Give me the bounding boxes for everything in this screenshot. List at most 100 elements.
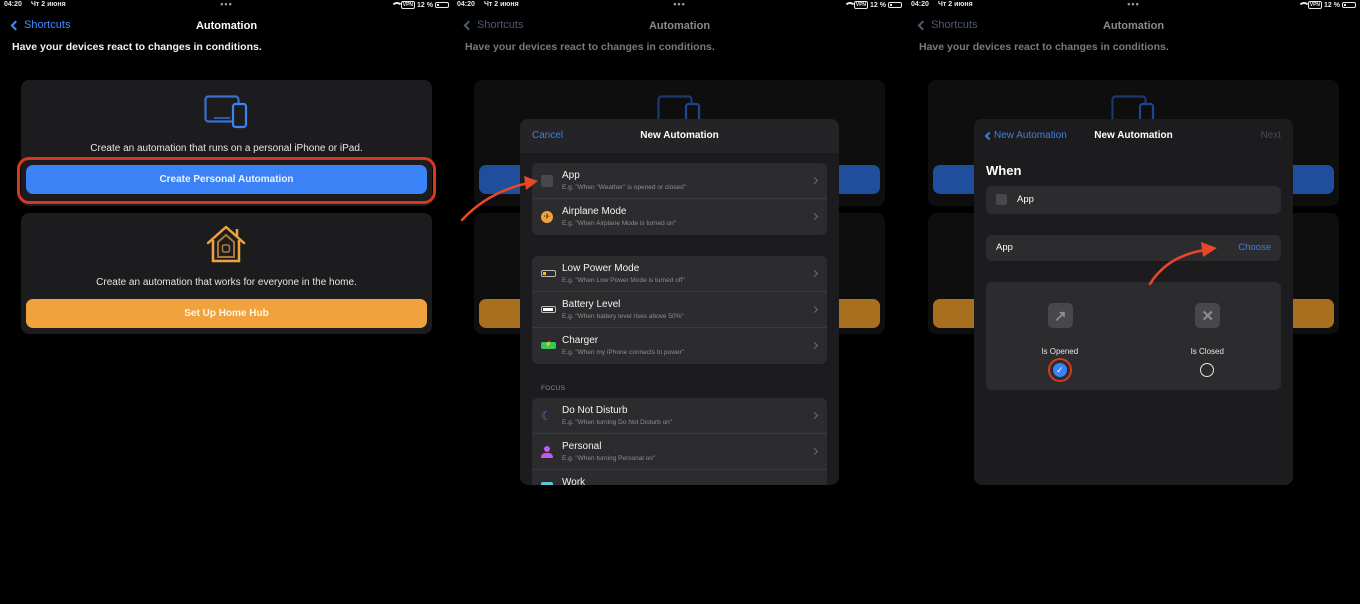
create-personal-automation-button[interactable]: Create Personal Automation — [26, 165, 427, 194]
panel-new-automation-list: 04:20 Чт 2 июня ••• VPN 12 % Shortcuts A… — [453, 0, 906, 604]
status-date: Чт 2 июня — [938, 1, 973, 8]
page-title: Automation — [195, 20, 258, 32]
multitask-dots[interactable]: ••• — [1127, 0, 1139, 9]
multitask-dots[interactable]: ••• — [220, 0, 232, 9]
battery-percent: 12 % — [1324, 1, 1340, 9]
home-icon — [206, 225, 246, 263]
page-subtitle: Have your devices react to changes in co… — [465, 41, 715, 53]
person-icon — [541, 446, 553, 458]
page-title: Automation — [648, 20, 711, 32]
next-button[interactable]: Next — [1260, 130, 1281, 141]
trigger-row-app[interactable]: App E.g. "When "Weather" is opened or cl… — [532, 163, 827, 199]
trigger-summary: App — [986, 186, 1281, 214]
trigger-example: E.g. "When turning Personal on" — [562, 455, 656, 462]
option-label: Is Opened — [1041, 347, 1079, 356]
sheet-header: Cancel New Automation — [520, 119, 839, 153]
personal-automation-card: Create an automation that runs on a pers… — [17, 80, 436, 206]
app-icon — [996, 194, 1007, 205]
when-heading: When — [986, 163, 1022, 178]
trigger-label: Personal — [562, 441, 602, 452]
nav-bar: Shortcuts Automation — [0, 19, 453, 35]
trigger-label: Do Not Disturb — [562, 405, 628, 416]
home-card-description: Create an automation that works for ever… — [96, 277, 357, 288]
low-battery-icon — [541, 270, 556, 277]
trigger-example: E.g. "When Low Power Mode is turned off" — [562, 277, 685, 284]
status-date: Чт 2 июня — [31, 1, 66, 8]
trigger-example: E.g. "When battery level rises above 50%… — [562, 313, 684, 320]
trigger-group-power: Low Power Mode E.g. "When Low Power Mode… — [532, 256, 827, 364]
chevron-right-icon — [810, 411, 819, 420]
panel-app-trigger: 04:20 Чт 2 июня ••• VPN 12 % Shortcuts A… — [907, 0, 1360, 604]
page-subtitle: Have your devices react to changes in co… — [12, 41, 262, 53]
home-automation-card: Create an automation that works for ever… — [21, 213, 432, 334]
trigger-row-do-not-disturb[interactable]: ☾ Do Not Disturb E.g. "When turning Do N… — [532, 398, 827, 434]
panel-automation-home: 04:20 Чт 2 июня ••• VPN 12 % Shortcuts A… — [0, 0, 453, 604]
trigger-label: Charger — [562, 335, 599, 346]
page-title: Automation — [1102, 20, 1165, 32]
vpn-badge: VPN — [853, 1, 869, 9]
status-bar: 04:20 Чт 2 июня ••• VPN 12 % — [4, 0, 449, 11]
app-chooser-row: App Choose — [986, 235, 1281, 261]
option-label: Is Closed — [1190, 347, 1224, 356]
wifi-icon — [843, 2, 856, 8]
trigger-label: Battery Level — [562, 299, 621, 310]
close-icon: ✕ — [1195, 303, 1221, 328]
battery-icon — [888, 2, 902, 8]
trigger-label: Low Power Mode — [562, 263, 640, 274]
trigger-row-battery-level[interactable]: Battery Level E.g. "When battery level r… — [532, 292, 827, 328]
app-row-label: App — [996, 242, 1013, 253]
trigger-label: App — [1017, 194, 1034, 205]
radio-unselected[interactable] — [1200, 363, 1215, 377]
status-time: 04:20 — [911, 1, 929, 8]
trigger-row-airplane-mode[interactable]: ✈ Airplane Mode E.g. "When Airplane Mode… — [532, 199, 827, 235]
trigger-group-focus: ☾ Do Not Disturb E.g. "When turning Do N… — [532, 398, 827, 485]
trigger-label: Airplane Mode — [562, 206, 627, 217]
choose-button[interactable]: Choose — [1238, 242, 1271, 253]
trigger-example: E.g. "When Airplane Mode is turned on" — [562, 220, 677, 227]
new-automation-sheet: Cancel New Automation App E.g. "When "We… — [520, 119, 839, 485]
option-is-opened[interactable]: ↗ Is Opened ✓ — [986, 282, 1134, 390]
work-icon — [541, 482, 553, 485]
trigger-row-low-power-mode[interactable]: Low Power Mode E.g. "When Low Power Mode… — [532, 256, 827, 292]
sheet-header: New Automation New Automation Next — [974, 119, 1293, 153]
app-icon — [541, 175, 553, 187]
arrow-up-right-icon: ↗ — [1047, 303, 1073, 328]
battery-percent: 12 % — [870, 1, 886, 9]
battery-icon — [1342, 2, 1356, 8]
trigger-example: E.g. "When turning Do Not Disturb on" — [562, 419, 673, 426]
vpn-badge: VPN — [400, 1, 416, 9]
vpn-badge: VPN — [1307, 1, 1323, 9]
chevron-right-icon — [810, 305, 819, 314]
trigger-row-charger[interactable]: ⚡ Charger E.g. "When my iPhone connects … — [532, 328, 827, 364]
battery-percent: 12 % — [417, 1, 433, 9]
option-is-closed[interactable]: ✕ Is Closed — [1134, 282, 1282, 390]
set-up-home-hub-button[interactable]: Set Up Home Hub — [26, 299, 427, 328]
trigger-example: E.g. "When "Weather" is opened or closed… — [562, 184, 687, 191]
chevron-right-icon — [810, 176, 819, 185]
personal-card-description: Create an automation that runs on a pers… — [90, 143, 363, 154]
trigger-row-personal[interactable]: Personal E.g. "When turning Personal on" — [532, 434, 827, 470]
chevron-right-icon — [810, 447, 819, 456]
devices-icon — [204, 95, 248, 129]
status-bar: 04:20 Чт 2 июня ••• VPN 12 % — [911, 0, 1356, 11]
chevron-right-icon — [810, 269, 819, 278]
chevron-right-icon — [810, 341, 819, 350]
airplane-icon: ✈ — [541, 211, 553, 223]
open-close-options: ↗ Is Opened ✓ ✕ Is Closed — [986, 282, 1281, 390]
sheet-title: New Automation — [1094, 130, 1173, 141]
app-trigger-sheet: New Automation New Automation Next When … — [974, 119, 1293, 485]
multitask-dots[interactable]: ••• — [673, 0, 685, 9]
wifi-icon — [1297, 2, 1310, 8]
battery-icon — [435, 2, 449, 8]
trigger-row-work[interactable]: Work — [532, 470, 827, 485]
focus-section-label: FOCUS — [541, 385, 566, 392]
sheet-title: New Automation — [640, 130, 719, 141]
nav-bar: Shortcuts Automation — [907, 19, 1360, 35]
battery-icon — [541, 306, 556, 313]
trigger-label: Work — [562, 477, 586, 485]
wifi-icon — [390, 2, 403, 8]
charger-icon: ⚡ — [541, 342, 556, 349]
page-subtitle: Have your devices react to changes in co… — [919, 41, 1169, 53]
highlight-ring — [1047, 358, 1072, 382]
status-date: Чт 2 июня — [484, 1, 519, 8]
